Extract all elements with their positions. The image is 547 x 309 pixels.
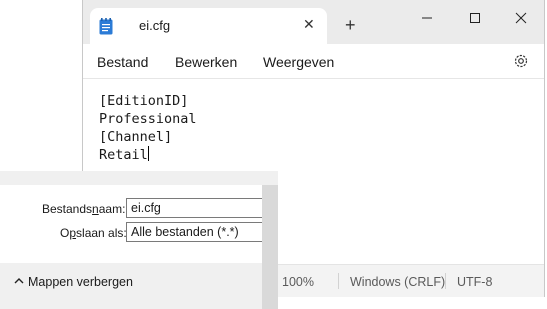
status-zoom: 100% xyxy=(282,275,314,289)
menu-weergeven[interactable]: Weergeven xyxy=(263,54,334,70)
hide-folders-label: Mappen verbergen xyxy=(28,275,133,289)
menu-bestand[interactable]: Bestand xyxy=(97,54,148,70)
maximize-icon xyxy=(470,13,480,23)
filename-label-part: Bestands xyxy=(42,202,93,216)
save-dialog: Bestandsnaam: ei.cfg Opslaan als: Alle b… xyxy=(0,171,278,309)
editor-line: Professional xyxy=(99,111,197,127)
editor-line: [EditionID] xyxy=(99,93,189,109)
filename-label-part: aam: xyxy=(98,202,126,216)
save-type-label-part: O xyxy=(60,226,70,240)
hide-folders-button[interactable]: Mappen verbergen xyxy=(14,275,133,289)
editor-line: Retail xyxy=(99,147,148,163)
tab-ei-cfg[interactable]: ei.cfg ✕ xyxy=(90,8,327,44)
filename-label: Bestandsnaam: xyxy=(42,202,125,216)
close-icon xyxy=(515,12,527,24)
save-type-label-part: slaan als: xyxy=(76,226,127,240)
title-bar: ei.cfg ✕ + xyxy=(83,0,544,44)
editor-line: [Channel] xyxy=(99,129,173,145)
menu-bewerken[interactable]: Bewerken xyxy=(175,54,237,70)
editor-line-last: Retail xyxy=(99,146,197,164)
text-editor[interactable]: [EditionID] Professional [Channel] Retail xyxy=(99,92,197,164)
new-tab-icon[interactable]: + xyxy=(345,16,356,34)
chevron-up-icon xyxy=(14,278,24,284)
filename-label-accesskey: n xyxy=(92,202,99,216)
status-line-endings: Windows (CRLF) xyxy=(350,275,446,289)
maximize-button[interactable] xyxy=(452,7,498,29)
status-divider xyxy=(338,273,339,289)
save-dialog-edge xyxy=(262,185,278,309)
minimize-icon xyxy=(422,17,432,19)
close-button[interactable] xyxy=(498,7,544,29)
status-encoding: UTF-8 xyxy=(457,275,493,289)
save-type-label: Opslaan als: xyxy=(60,226,127,240)
tab-close-icon[interactable]: ✕ xyxy=(303,16,315,33)
gear-icon[interactable] xyxy=(512,52,530,70)
notepad-icon xyxy=(99,18,113,35)
status-divider xyxy=(445,273,446,289)
filename-field[interactable]: ei.cfg xyxy=(126,198,262,218)
save-dialog-body: Bestandsnaam: ei.cfg Opslaan als: Alle b… xyxy=(0,185,262,309)
menu-bar: Bestand Bewerken Weergeven xyxy=(83,44,544,79)
text-caret xyxy=(147,146,149,161)
tab-title: ei.cfg xyxy=(139,18,171,33)
minimize-button[interactable] xyxy=(404,7,450,29)
save-type-select[interactable]: Alle bestanden (*.*) xyxy=(126,222,262,242)
